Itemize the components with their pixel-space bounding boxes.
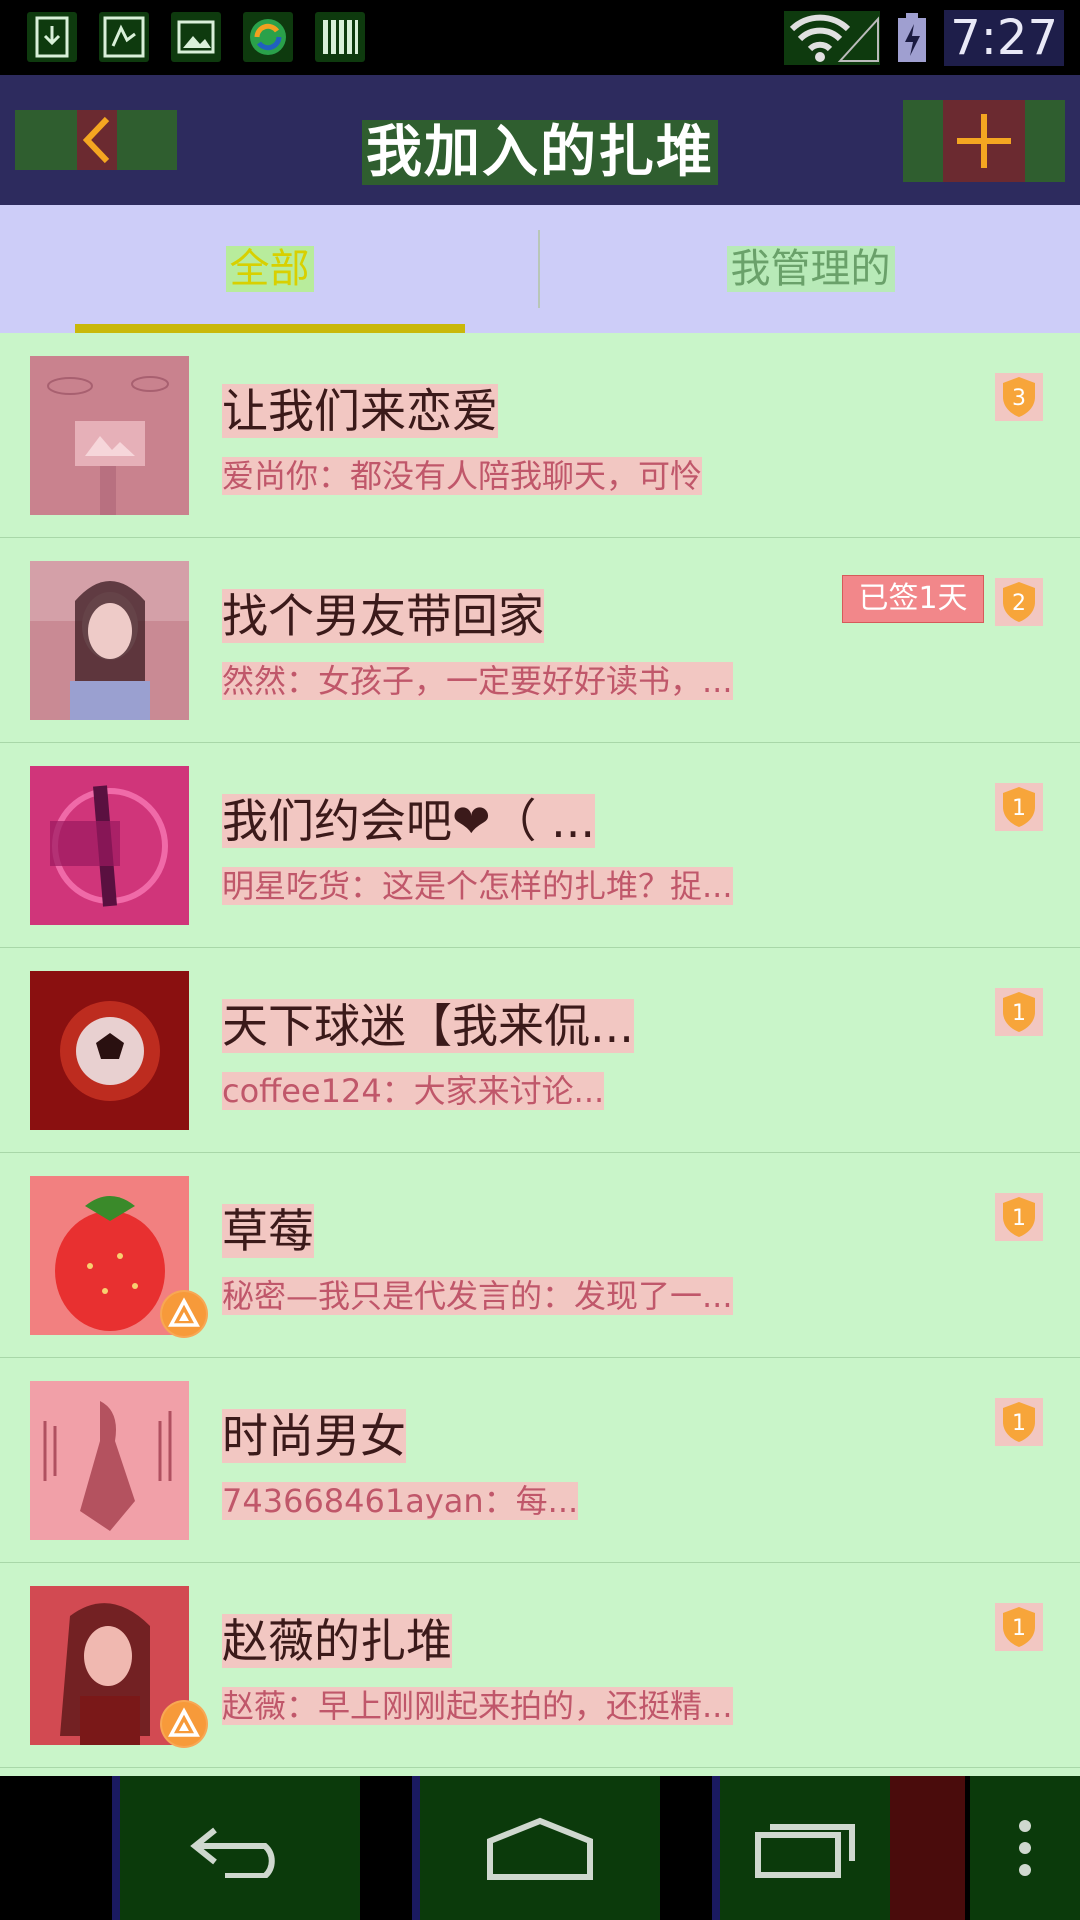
- app-icon: [99, 12, 149, 62]
- home-icon: [487, 1817, 593, 1880]
- svg-text:1: 1: [1012, 1001, 1026, 1026]
- recent-apps-icon: [755, 1824, 855, 1878]
- status-indicators: 7:27: [784, 8, 1064, 68]
- svg-text:1: 1: [1012, 1411, 1026, 1436]
- last-message: 743668461ayan：每...: [222, 1482, 579, 1520]
- group-title: 草莓: [222, 1204, 314, 1258]
- tab-managed[interactable]: 我管理的: [541, 205, 1080, 333]
- signed-in-badge: 已签1天: [842, 575, 984, 623]
- group-avatar: [30, 1381, 189, 1540]
- list-item[interactable]: 天下球迷【我来侃... coffee124：大家来讨论... 1: [0, 948, 1080, 1153]
- list-item[interactable]: 草莓 秘密—我只是代发言的：发现了一... 1: [0, 1153, 1080, 1358]
- wifi-icon: [784, 11, 881, 65]
- svg-text:3: 3: [1012, 386, 1026, 411]
- svg-text:1: 1: [1012, 1206, 1026, 1231]
- vip-badge-icon: [160, 1700, 208, 1748]
- svg-text:1: 1: [1012, 1616, 1026, 1641]
- add-button[interactable]: [903, 100, 1065, 182]
- last-message: coffee124：大家来讨论...: [222, 1072, 605, 1110]
- download-icon: [27, 12, 77, 62]
- level-badge-icon: 1: [995, 783, 1043, 831]
- status-bar: 7:27: [0, 0, 1080, 75]
- svg-text:2: 2: [1012, 591, 1026, 616]
- vip-badge-icon: [160, 1290, 208, 1338]
- active-tab-indicator: [75, 324, 465, 333]
- sync-icon: [243, 12, 293, 62]
- svg-text:1: 1: [1012, 796, 1026, 821]
- barcode-icon: [315, 12, 365, 62]
- last-message: 爱尚你：都没有人陪我聊天，可怜: [222, 457, 703, 495]
- level-badge-icon: 1: [995, 1193, 1043, 1241]
- group-title: 找个男友带回家: [222, 589, 544, 643]
- last-message: 赵薇：早上刚刚起来拍的，还挺精...: [222, 1687, 733, 1725]
- level-badge-icon: 2: [995, 578, 1043, 626]
- list-item[interactable]: 找个男友带回家 然然：女孩子，一定要好好读书，... 已签1天 2: [0, 538, 1080, 743]
- list-item[interactable]: 时尚男女 743668461ayan：每... 1: [0, 1358, 1080, 1563]
- level-badge-icon: 3: [995, 373, 1043, 421]
- group-title: 让我们来恋爱: [222, 384, 498, 438]
- group-title: 我们约会吧❤（ ...: [222, 794, 596, 848]
- tab-bar: 全部 我管理的: [0, 205, 1080, 333]
- last-message: 秘密—我只是代发言的：发现了一...: [222, 1277, 733, 1315]
- level-badge-icon: 1: [995, 988, 1043, 1036]
- group-list: 让我们来恋爱 爱尚你：都没有人陪我聊天，可怜 3 找个男友带回家 然然：女孩子，…: [0, 333, 1080, 1768]
- group-title: 赵薇的扎堆: [222, 1614, 452, 1668]
- list-item[interactable]: 我们约会吧❤（ ... 明星吃货：这是个怎样的扎堆？捉... 1: [0, 743, 1080, 948]
- overflow-menu-icon: [1019, 1820, 1031, 1876]
- nav-recent-apps-button[interactable]: [720, 1776, 890, 1920]
- level-badge-icon: 1: [995, 1603, 1043, 1651]
- group-title: 时尚男女: [222, 1409, 406, 1463]
- group-title: 天下球迷【我来侃...: [222, 999, 634, 1053]
- list-item[interactable]: 赵薇的扎堆 赵薇：早上刚刚起来拍的，还挺精... 1: [0, 1563, 1080, 1768]
- tab-all[interactable]: 全部: [0, 205, 539, 333]
- list-item[interactable]: 让我们来恋爱 爱尚你：都没有人陪我聊天，可怜 3: [0, 333, 1080, 538]
- last-message: 明星吃货：这是个怎样的扎堆？捉...: [222, 867, 733, 905]
- battery-icon: [894, 12, 930, 64]
- plus-icon: [957, 114, 1011, 168]
- group-avatar: [30, 971, 189, 1130]
- gallery-icon: [171, 12, 221, 62]
- group-avatar: [30, 561, 189, 720]
- clock: 7:27: [944, 10, 1064, 66]
- last-message: 然然：女孩子，一定要好好读书，...: [222, 662, 733, 700]
- group-avatar: [30, 356, 189, 515]
- navigation-bar: [0, 1776, 1080, 1920]
- nav-back-button[interactable]: [120, 1776, 360, 1920]
- level-badge-icon: 1: [995, 1398, 1043, 1446]
- tab-divider: [538, 230, 540, 308]
- overflow-menu-button[interactable]: [970, 1776, 1080, 1920]
- nav-home-button[interactable]: [420, 1776, 660, 1920]
- group-avatar: [30, 766, 189, 925]
- nav-divider: [890, 1776, 965, 1920]
- title-bar: 我加入的扎堆: [0, 75, 1080, 205]
- back-icon: [190, 1827, 275, 1878]
